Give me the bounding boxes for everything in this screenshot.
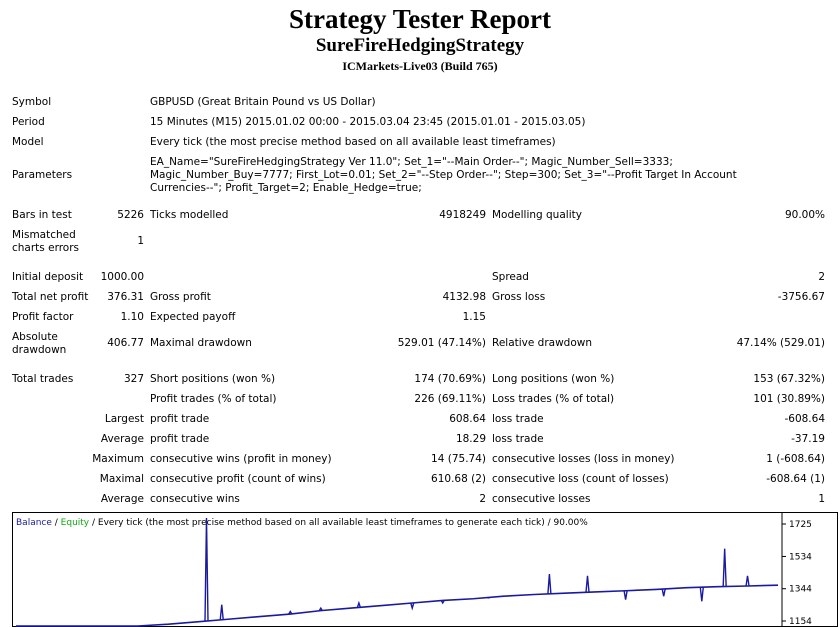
abs-drawdown-value: 406.77: [107, 337, 144, 349]
strategy-name: SureFireHedgingStrategy: [315, 35, 525, 56]
max-wins-value: 14 (75.74): [431, 453, 486, 465]
bars-value: 5226: [117, 209, 144, 221]
average-loss-label: loss trade: [492, 433, 544, 445]
spread-value: 2: [818, 271, 825, 283]
max-losses-value: 1 (-608.64): [766, 453, 825, 465]
long-positions-label: Long positions (won %): [492, 373, 615, 385]
rel-drawdown-value: 47.14% (529.01): [736, 337, 825, 349]
period-label: Period: [12, 116, 45, 128]
average-profit-label: profit trade: [150, 433, 210, 445]
avg-wins-label: consecutive wins: [150, 493, 240, 505]
net-profit-value: 376.31: [107, 291, 144, 303]
profit-trades-label: Profit trades (% of total): [150, 393, 277, 405]
gross-loss-label: Gross loss: [492, 291, 546, 303]
abs-drawdown-label-1: Absolute: [12, 331, 58, 343]
parameters-value: EA_Name="SureFireHedgingStrategy Ver 11.…: [150, 156, 737, 194]
model-label: Model: [12, 136, 44, 148]
profit-trades-value: 226 (69.11%): [414, 393, 486, 405]
average-label: Average: [100, 433, 144, 445]
abs-drawdown-label-2: drawdown: [12, 344, 67, 356]
maximal-profit-label: consecutive profit (count of wins): [150, 473, 326, 485]
rel-drawdown-label: Relative drawdown: [492, 337, 593, 349]
deposit-label: Initial deposit: [12, 271, 84, 283]
gross-profit-label: Gross profit: [150, 291, 211, 303]
largest-label: Largest: [104, 413, 144, 425]
y-tick-label: 1534: [789, 552, 812, 562]
profit-factor-label: Profit factor: [12, 311, 74, 323]
short-positions-label: Short positions (won %): [150, 373, 276, 385]
long-positions-value: 153 (67.32%): [753, 373, 825, 385]
spread-label: Spread: [492, 271, 529, 283]
total-trades-value: 327: [123, 373, 144, 385]
largest-loss-value: -608.64: [784, 413, 825, 425]
mismatch-label-2: charts errors: [12, 242, 79, 254]
expected-payoff-value: 1.15: [462, 311, 486, 323]
ticks-value: 4918249: [439, 209, 486, 221]
period-value: 15 Minutes (M15) 2015.01.02 00:00 - 2015…: [150, 116, 586, 128]
max-wins-label: consecutive wins (profit in money): [150, 453, 332, 465]
profit-factor-value: 1.10: [120, 311, 144, 323]
y-tick-label: 1154: [789, 617, 812, 627]
maximal-profit-value: 610.68 (2): [431, 473, 486, 485]
maximal-loss-label: consecutive loss (count of losses): [492, 473, 669, 485]
maximal-loss-value: -608.64 (1): [766, 473, 825, 485]
maximum-label: Maximum: [92, 453, 144, 465]
chart-legend: Balance / Equity / Every tick (the most …: [16, 518, 588, 528]
net-profit-label: Total net profit: [12, 291, 89, 303]
mismatch-value: 1: [137, 235, 144, 247]
balance-equity-chart: Balance / Equity / Every tick (the most …: [12, 512, 838, 627]
average-profit-value: 18.29: [455, 433, 486, 445]
loss-trades-value: 101 (30.89%): [753, 393, 825, 405]
max-drawdown-value: 529.01 (47.14%): [397, 337, 486, 349]
ticks-label: Ticks modelled: [150, 209, 229, 221]
legend-rest: / Every tick (the most precise method ba…: [89, 518, 588, 528]
quality-label: Modelling quality: [492, 209, 582, 221]
largest-profit-value: 608.64: [449, 413, 486, 425]
chart-frame: [12, 512, 838, 627]
total-trades-label: Total trades: [12, 373, 74, 385]
largest-profit-label: profit trade: [150, 413, 210, 425]
gross-profit-value: 4132.98: [442, 291, 486, 303]
max-drawdown-label: Maximal drawdown: [150, 337, 252, 349]
symbol-value: GBPUSD (Great Britain Pound vs US Dollar…: [150, 96, 376, 108]
short-positions-value: 174 (70.69%): [414, 373, 486, 385]
deposit-value: 1000.00: [100, 271, 144, 283]
report-title: Strategy Tester Report: [289, 4, 551, 34]
legend-equity: Equity: [61, 518, 90, 528]
loss-trades-label: Loss trades (% of total): [492, 393, 615, 405]
quality-value: 90.00%: [784, 209, 825, 221]
legend-balance: Balance: [16, 518, 52, 528]
average-loss-value: -37.19: [791, 433, 825, 445]
legend-sep: /: [52, 518, 61, 528]
largest-loss-label: loss trade: [492, 413, 544, 425]
avg-wins-value: 2: [479, 493, 486, 505]
parameters-label: Parameters: [12, 169, 73, 181]
y-tick-label: 1344: [789, 585, 812, 595]
average-consecutive-label: Average: [100, 493, 144, 505]
gross-loss-value: -3756.67: [777, 291, 825, 303]
expected-payoff-label: Expected payoff: [150, 311, 236, 323]
mismatch-label-1: Mismatched: [12, 229, 76, 241]
maximal-label: Maximal: [99, 473, 144, 485]
avg-losses-value: 1: [818, 493, 825, 505]
y-tick-label: 1725: [789, 520, 812, 530]
symbol-label: Symbol: [12, 96, 52, 108]
avg-losses-label: consecutive losses: [492, 493, 591, 505]
model-value: Every tick (the most precise method base…: [150, 136, 556, 148]
server-build: ICMarkets-Live03 (Build 765): [342, 59, 498, 73]
max-losses-label: consecutive losses (loss in money): [492, 453, 675, 465]
bars-label: Bars in test: [12, 209, 72, 221]
